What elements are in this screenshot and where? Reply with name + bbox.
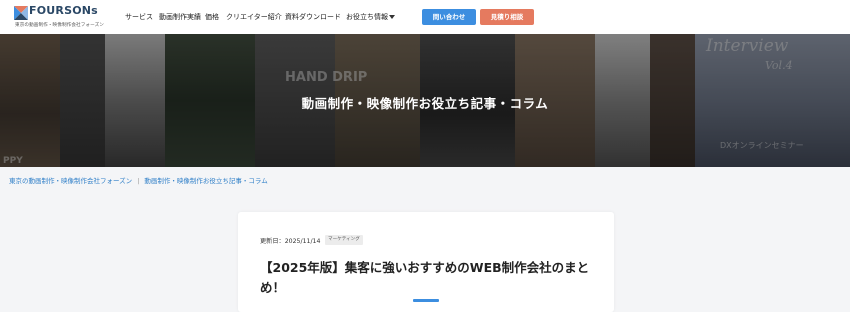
hero-title: 動画制作・映像制作お役立ち記事・コラム <box>301 96 549 111</box>
category-tag[interactable]: マーケティング <box>325 235 363 245</box>
updated-date: 更新日：2025/11/14 <box>260 238 321 245</box>
site-logo[interactable]: FOURSONs 東京の動画制作・映像制作会社フォーズン <box>14 4 106 29</box>
article-title: 【2025年版】集客に強いおすすめのWEB制作会社のまとめ！ <box>260 260 590 295</box>
estimate-button[interactable]: 見積り相談 <box>480 9 534 25</box>
nav-item-service[interactable]: サービス <box>125 12 153 22</box>
breadcrumb-home-link[interactable]: 東京の動画制作・映像制作会社フォーズン <box>9 177 132 185</box>
nav-item-download[interactable]: 資料ダウンロード <box>285 12 341 22</box>
site-header: FOURSONs 東京の動画制作・映像制作会社フォーズン サービス 動画制作実績… <box>0 0 850 34</box>
nav-item-useful-info[interactable]: お役立ち情報 <box>346 12 388 22</box>
breadcrumb: 東京の動画制作・映像制作会社フォーズン | 動画制作・映像制作お役立ち記事・コラム <box>9 175 268 185</box>
contact-button[interactable]: 問い合わせ <box>422 9 476 25</box>
logo-mark-icon <box>14 6 28 20</box>
logo-text: FOURSONs <box>29 4 98 17</box>
nav-item-creators[interactable]: クリエイター紹介 <box>226 12 282 22</box>
nav-item-works[interactable]: 動画制作実績 <box>159 12 201 22</box>
logo-tagline: 東京の動画制作・映像制作会社フォーズン <box>15 23 104 28</box>
chevron-down-icon[interactable] <box>389 15 395 19</box>
breadcrumb-separator: | <box>137 177 140 185</box>
breadcrumb-current[interactable]: 動画制作・映像制作お役立ち記事・コラム <box>144 177 267 185</box>
nav-item-price[interactable]: 価格 <box>205 12 219 22</box>
hero-banner: HAND DRIP Interview Vol.4 DXオンラインセミナー PP… <box>0 34 850 167</box>
accent-bar <box>413 299 439 302</box>
article-card: 更新日：2025/11/14 マーケティング 【2025年版】集客に強いおすすめ… <box>238 212 614 312</box>
